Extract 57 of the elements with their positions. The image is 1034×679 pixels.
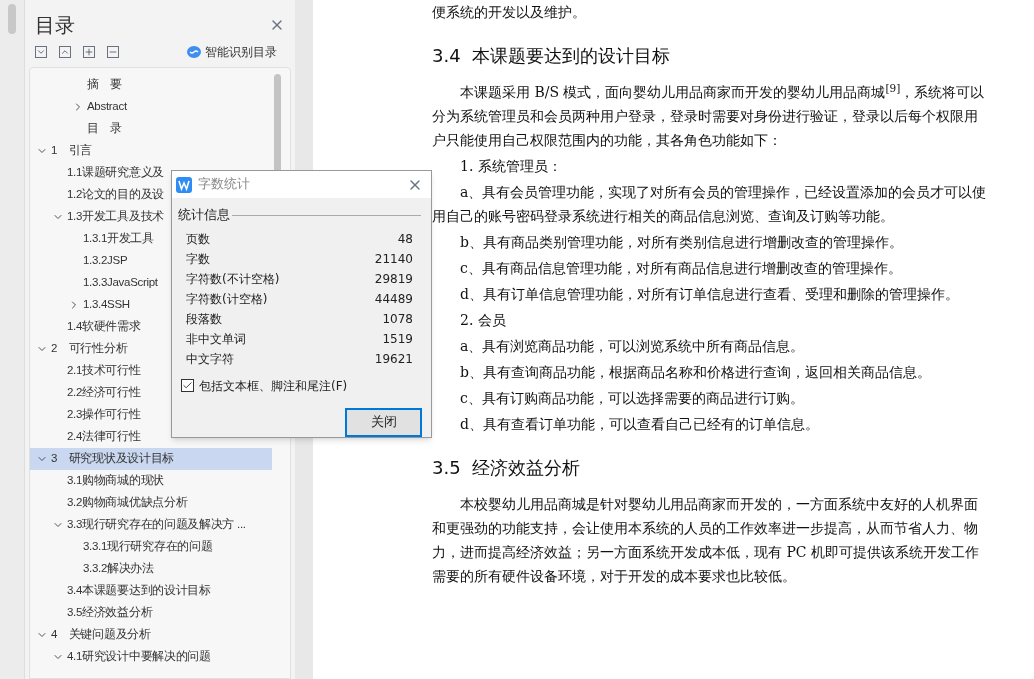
checkbox[interactable]: [181, 379, 194, 393]
section-heading: 3.4 本课题要达到的设计目标: [432, 44, 672, 68]
body-paragraph: b、具有查询商品功能，根据商品名称和价格进行查询，返回相关商品信息。: [459, 363, 932, 382]
toc-item[interactable]: 3.3.1现行研究存在的问题: [30, 536, 272, 558]
section-heading: 3.5 经济效益分析: [432, 456, 582, 480]
smart-toc-button[interactable]: 智能识别目录: [205, 43, 277, 61]
toc-item[interactable]: 3.3现行研究存在的问题及解决方 ...: [30, 514, 272, 536]
collapse-all-icon[interactable]: [59, 46, 71, 58]
toc-item[interactable]: 4.1研究设计中要解决的问题: [30, 646, 272, 668]
cloud-icon: [187, 46, 201, 58]
toc-item[interactable]: 3.2购物商城优缺点分析: [30, 492, 272, 514]
dialog-title: 字数统计: [198, 175, 250, 194]
toc-item[interactable]: 1 引言: [30, 140, 272, 162]
body-paragraph: 本课题采用 B/S 模式，面向婴幼儿用品商家而开发的婴幼儿用品商城$^{[9]}$，系统将可以分为系统管理员和会员两种用户登录，登录时需要对身份进行验证，登录以后每个权限用户只能使用自己权限范围内的功能，其各角色功能如下：: [432, 80, 986, 150]
body-paragraph: a、具有浏览商品功能，可以浏览系统中所有商品信息。: [459, 337, 806, 356]
toc-item[interactable]: 目 录: [30, 118, 272, 140]
stat-label: 中文字符: [186, 350, 234, 368]
stat-value: 1519: [382, 330, 413, 348]
body-paragraph: 1. 系统管理员：: [459, 157, 563, 176]
stat-label: 字数: [186, 250, 210, 268]
expand-all-icon[interactable]: [35, 46, 47, 58]
body-paragraph: c、具有商品信息管理功能，对所有商品信息进行增删改查的管理操作。: [459, 259, 903, 278]
app-logo-icon: [176, 176, 192, 193]
body-paragraph: c、具有订购商品功能，可以选择需要的商品进行订购。: [459, 389, 805, 408]
stat-label: 段落数: [186, 310, 222, 328]
toc-item[interactable]: 4 关键问题及分析: [30, 624, 272, 646]
body-paragraph: a、具有会员管理功能，实现了对所有会员的管理操作，已经设置添加的会员才可以使用自己的账号密码登录系统进行相关的商品信息浏览、查询及订购等功能。: [432, 183, 988, 226]
checkbox-label: 包括文本框、脚注和尾注(F): [199, 377, 348, 395]
toc-item[interactable]: Abstract: [30, 96, 272, 118]
plus-icon[interactable]: [83, 46, 95, 58]
toc-item[interactable]: 3.5经济效益分析: [30, 602, 272, 624]
body-paragraph: d、具有查看订单功能，可以查看自己已经有的订单信息。: [459, 415, 820, 434]
stat-label: 字符数(计空格): [186, 290, 268, 308]
stat-label: 非中文单词: [186, 330, 246, 348]
body-paragraph: d、具有订单信息管理功能，对所有订单信息进行查看、受理和删除的管理操作。: [459, 285, 960, 304]
minus-icon[interactable]: [107, 46, 119, 58]
scrollbar-thumb[interactable]: [8, 4, 16, 34]
stat-label: 页数: [186, 230, 210, 248]
stat-value: 29819: [374, 270, 413, 288]
stat-value: 44489: [374, 290, 413, 308]
stat-value: 19621: [374, 350, 413, 368]
toc-item[interactable]: 3.3.2解决办法: [30, 558, 272, 580]
stat-value: 21140: [374, 250, 413, 268]
body-paragraph: 2. 会员: [459, 311, 507, 330]
panel-title: 目录: [35, 12, 75, 39]
body-paragraph: 本校婴幼儿用品商城是针对婴幼儿用品商家而开发的，一方面系统中友好的人机界面和更强劲的功能支持，会让使用本系统的人员的工作效率进一步提高，从而节省人力、物力，进而提高经济效益；另一方面系统开发成本低，现有 PC 机即可提供该系统开发工作需要的所有硬件设备环境，对于开发的成本要求也比较低。: [432, 495, 981, 586]
stat-value: 1078: [382, 310, 413, 328]
close-button[interactable]: 关闭: [345, 407, 422, 437]
toc-item[interactable]: 3.4本课题要达到的设计目标: [30, 580, 272, 602]
group-label: 统计信息: [178, 206, 230, 224]
stat-value: 48: [397, 230, 413, 248]
stat-label: 字符数(不计空格): [186, 270, 280, 288]
toc-item[interactable]: 3.1购物商城的现状: [30, 470, 272, 492]
toc-item[interactable]: 3 研究现状及设计目标: [30, 448, 272, 470]
body-paragraph: b、具有商品类别管理功能，对所有类别信息进行增删改查的管理操作。: [459, 233, 904, 252]
body-paragraph: 便系统的开发以及维护。: [432, 3, 587, 22]
toc-item[interactable]: 摘 要: [30, 74, 272, 96]
